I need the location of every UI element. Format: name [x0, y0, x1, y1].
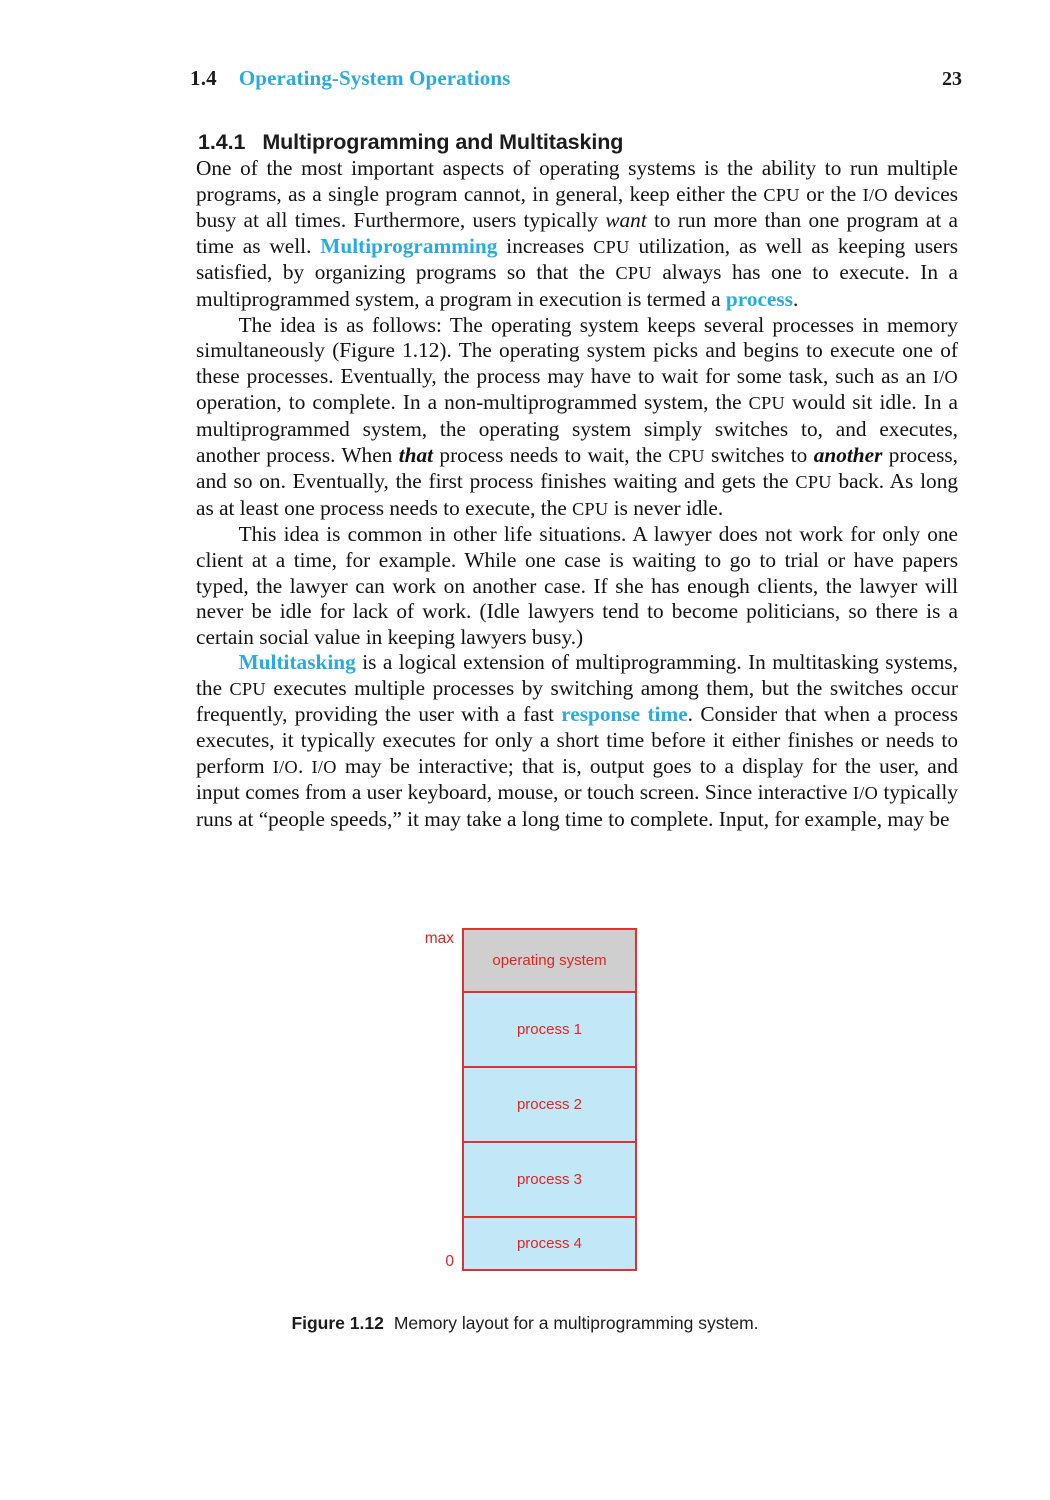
- figure-caption-number: Figure 1.12: [291, 1313, 384, 1333]
- memory-axis-label-zero: 0: [445, 1253, 454, 1270]
- memory-block-process-4: process 4: [464, 1218, 635, 1269]
- figure-caption: Figure 1.12 Memory layout for a multiprog…: [0, 1313, 1050, 1334]
- acronym-cpu: CPU: [593, 236, 630, 257]
- memory-block-label: operating system: [492, 952, 607, 969]
- text-run: .: [792, 286, 799, 311]
- memory-block-label: process 3: [516, 1171, 583, 1188]
- text-run: .: [297, 753, 312, 778]
- text-run: The idea is as follows: The operating sy…: [196, 312, 958, 388]
- section-heading-text: Multiprogramming and Multitasking: [262, 129, 624, 154]
- body-text-column: One of the most important aspects of ope…: [196, 156, 958, 832]
- acronym-cpu: CPU: [572, 498, 609, 519]
- figure-1-12: max 0 operating system process 1 process…: [0, 928, 1050, 1334]
- text-run: This idea is common in other life situat…: [196, 522, 958, 649]
- memory-block-operating-system: operating system: [464, 930, 635, 993]
- text-run: operation, to complete. In a non-multipr…: [196, 390, 749, 415]
- text-run: or the: [799, 181, 863, 206]
- memory-layout-diagram: max 0 operating system process 1 process…: [410, 928, 640, 1271]
- defined-term-multiprogramming: Multiprogramming: [320, 233, 498, 258]
- memory-block-process-3: process 3: [464, 1143, 635, 1218]
- memory-block-label: process 1: [516, 1021, 583, 1038]
- defined-term-process: process: [725, 286, 793, 311]
- acronym-cpu: CPU: [668, 445, 705, 466]
- acronym-cpu: CPU: [615, 263, 652, 284]
- text-run: increases: [497, 233, 594, 258]
- memory-block-label: process 2: [516, 1096, 583, 1113]
- memory-blocks-container: operating system process 1 process 2 pro…: [462, 928, 637, 1271]
- text-run: switches to: [704, 442, 814, 467]
- emphasis-another: another: [813, 442, 883, 467]
- paragraph-3: This idea is common in other life situat…: [196, 522, 958, 650]
- text-run: process needs to wait, the: [433, 442, 669, 467]
- acronym-io: I/O: [852, 783, 879, 804]
- paragraph-1: One of the most important aspects of ope…: [196, 156, 958, 313]
- acronym-io: I/O: [272, 756, 298, 777]
- figure-caption-text: Memory layout for a multiprogramming sys…: [393, 1313, 759, 1333]
- emphasis-want: want: [605, 208, 647, 233]
- memory-block-process-2: process 2: [464, 1068, 635, 1143]
- memory-axis-label-max: max: [424, 930, 454, 947]
- acronym-io: I/O: [311, 756, 337, 777]
- paragraph-2: The idea is as follows: The operating sy…: [196, 313, 958, 523]
- header-section-title: Operating-System Operations: [238, 66, 511, 90]
- page-running-header: 1.4 Operating-System Operations 23: [190, 66, 962, 100]
- page-number: 23: [942, 68, 962, 90]
- acronym-cpu: CPU: [795, 472, 832, 493]
- acronym-io: I/O: [932, 366, 958, 387]
- acronym-cpu: CPU: [763, 184, 800, 205]
- memory-block-label: process 4: [516, 1235, 583, 1252]
- acronym-cpu: CPU: [748, 393, 785, 414]
- acronym-io: I/O: [862, 184, 888, 205]
- defined-term-response-time: response time: [561, 702, 688, 727]
- section-heading-number: 1.4.1: [198, 129, 246, 154]
- section-heading: 1.4.1 Multiprogramming and Multitasking: [198, 130, 623, 155]
- memory-block-process-1: process 1: [464, 993, 635, 1068]
- emphasis-that: that: [398, 442, 434, 467]
- acronym-cpu: CPU: [229, 678, 266, 699]
- text-run: is never idle.: [608, 495, 724, 520]
- defined-term-multitasking: Multitasking: [238, 650, 356, 675]
- header-section-number: 1.4: [190, 66, 217, 90]
- paragraph-4: Multitasking is a logical extension of m…: [196, 650, 958, 832]
